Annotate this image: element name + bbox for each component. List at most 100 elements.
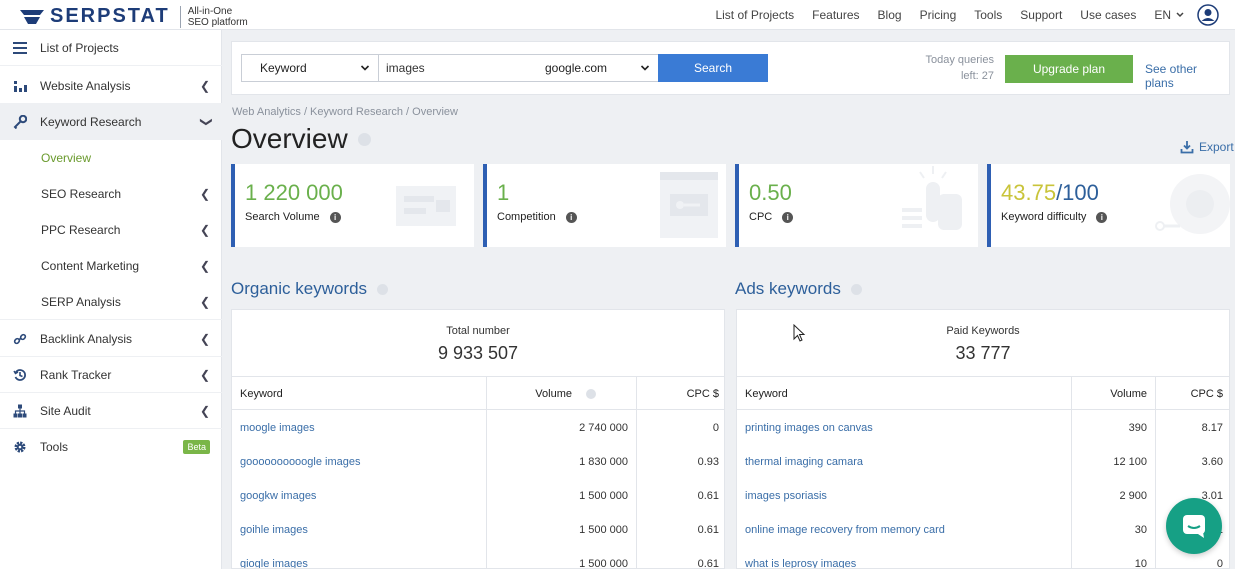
cpc-cell: 0.93: [697, 456, 719, 468]
difficulty-max: /100: [1056, 180, 1099, 205]
column-keyword[interactable]: Keyword: [745, 377, 788, 411]
column-cpc[interactable]: CPC $: [637, 377, 719, 411]
keyword-link[interactable]: what is leprosy images: [745, 547, 856, 568]
keyword-link[interactable]: goooooooooogle images: [240, 445, 361, 479]
card-label-text: Competition: [497, 211, 556, 223]
nav-features[interactable]: Features: [812, 8, 859, 22]
cpc-card: 0.50 CPC i: [735, 164, 978, 247]
info-icon[interactable]: i: [1096, 211, 1108, 223]
nav-pricing[interactable]: Pricing: [920, 8, 957, 22]
table-row: goihle images 1 500 000 0.61: [232, 513, 724, 547]
keyword-link[interactable]: goihle images: [240, 513, 308, 547]
sidebar-item-label: Keyword Research: [40, 114, 142, 129]
nav-blog[interactable]: Blog: [878, 8, 902, 22]
column-volume[interactable]: Volume: [488, 377, 604, 411]
keyword-link[interactable]: online image recovery from memory card: [745, 513, 945, 547]
help-icon[interactable]: [357, 132, 371, 146]
volume-cell: 1 500 000: [579, 558, 628, 569]
key-icon: [12, 114, 28, 130]
user-avatar-icon[interactable]: [1197, 4, 1219, 26]
sidebar-item-label: Rank Tracker: [40, 367, 112, 382]
cpc-cell: 3.60: [1201, 456, 1223, 468]
keyword-link[interactable]: moogle images: [240, 411, 315, 445]
language-label: EN: [1154, 8, 1171, 22]
brand-name: SERPSTAT: [50, 5, 170, 27]
ads-keywords-title: Ads keywords: [735, 279, 862, 299]
keyword-link[interactable]: images psoriasis: [745, 479, 827, 513]
logo[interactable]: SERPSTAT All-in-One SEO platform: [20, 5, 248, 28]
sidebar-item-list-of-projects[interactable]: List of Projects: [0, 30, 222, 66]
chevron-left-icon: ❮: [199, 78, 211, 93]
help-icon[interactable]: [850, 283, 862, 295]
difficulty-score: 43.75: [1001, 180, 1057, 205]
competition-value: 1: [497, 180, 510, 205]
sidebar-subitem-ppc-research[interactable]: PPC Research ❮: [0, 212, 222, 248]
volume-cell: 1 500 000: [579, 524, 628, 536]
chevron-left-icon: ❮: [199, 187, 211, 201]
sidebar-item-website-analysis[interactable]: Website Analysis ❮: [0, 68, 222, 104]
page-title-text: Overview: [231, 123, 348, 154]
chevron-left-icon: ❮: [199, 223, 211, 237]
paid-keywords-label: Paid Keywords: [946, 325, 1020, 337]
language-selector[interactable]: EN: [1154, 8, 1185, 22]
search-input[interactable]: images: [378, 54, 540, 82]
sidebar-subitem-overview[interactable]: Overview: [0, 140, 222, 176]
info-icon[interactable]: i: [565, 211, 577, 223]
table-row: printing images on canvas 390 8.17: [737, 411, 1229, 445]
search-button[interactable]: Search: [658, 54, 768, 82]
nav-tools[interactable]: Tools: [974, 8, 1002, 22]
nav-support[interactable]: Support: [1020, 8, 1062, 22]
history-icon: [12, 367, 28, 383]
competition-label: Competition i: [497, 211, 577, 223]
sidebar-item-site-audit[interactable]: Site Audit ❮: [0, 393, 222, 429]
cpc-value: 0.50: [749, 180, 792, 205]
column-volume[interactable]: Volume: [1073, 377, 1147, 411]
table-row: googkw images 1 500 000 0.61: [232, 479, 724, 513]
search-type-select[interactable]: Keyword: [241, 54, 379, 82]
export-button[interactable]: Export: [1180, 140, 1234, 154]
sidebar-item-label: Backlink Analysis: [40, 331, 133, 346]
keyword-link[interactable]: thermal imaging camara: [745, 445, 863, 479]
sidebar-subitem-content-marketing[interactable]: Content Marketing ❮: [0, 248, 222, 284]
chevron-down-icon: [360, 65, 370, 71]
sidebar: List of Projects Website Analysis ❮ Keyw…: [0, 30, 222, 569]
nav-list-of-projects[interactable]: List of Projects: [715, 8, 794, 22]
sidebar-subitem-seo-research[interactable]: SEO Research ❮: [0, 176, 222, 212]
database-select[interactable]: google.com: [539, 54, 659, 82]
sidebar-subitem-label: SERP Analysis: [41, 294, 121, 309]
info-icon[interactable]: i: [782, 211, 794, 223]
volume-cell: 12 100: [1113, 456, 1147, 468]
table-row: online image recovery from memory card 3…: [737, 513, 1229, 547]
see-other-plans-link[interactable]: See other plans: [1145, 62, 1229, 90]
keyword-link[interactable]: googkw images: [240, 479, 316, 513]
chevron-left-icon: ❮: [199, 294, 211, 309]
sidebar-item-keyword-research[interactable]: Keyword Research ❮: [0, 104, 222, 140]
sidebar-item-backlink-analysis[interactable]: Backlink Analysis ❮: [0, 321, 222, 357]
download-icon: [1180, 141, 1194, 154]
column-cpc[interactable]: CPC $: [1157, 377, 1223, 411]
sidebar-subitem-serp-analysis[interactable]: SERP Analysis ❮: [0, 284, 222, 320]
help-icon[interactable]: [586, 389, 596, 399]
help-icon[interactable]: [377, 283, 389, 295]
sidebar-item-rank-tracker[interactable]: Rank Tracker ❮: [0, 357, 222, 393]
sitemap-icon: [12, 403, 28, 419]
column-keyword[interactable]: Keyword: [240, 377, 283, 411]
keyword-link[interactable]: printing images on canvas: [745, 411, 873, 445]
volume-cell: 30: [1134, 524, 1147, 536]
table-header: Keyword Volume CPC $: [232, 376, 724, 410]
mouse-cursor-icon: [793, 324, 806, 342]
info-icon[interactable]: i: [329, 211, 341, 223]
competition-card: 1 Competition i: [483, 164, 726, 247]
nav-use-cases[interactable]: Use cases: [1080, 8, 1136, 22]
chat-widget-button[interactable]: [1166, 498, 1222, 554]
keyword-link[interactable]: giogle images: [240, 547, 308, 568]
sidebar-item-label: Website Analysis: [40, 78, 131, 93]
export-label: Export: [1199, 140, 1234, 154]
upgrade-plan-button[interactable]: Upgrade plan: [1005, 55, 1133, 83]
search-volume-card: 1 220 000 Search Volume i: [231, 164, 474, 247]
volume-cell: 1 500 000: [579, 490, 628, 502]
link-icon: [12, 331, 28, 347]
sidebar-item-tools[interactable]: Tools Beta: [0, 429, 222, 465]
organic-keywords-panel: Total number 9 933 507 Keyword Volume CP…: [231, 309, 725, 569]
cpc-cell: 0.61: [697, 558, 719, 569]
